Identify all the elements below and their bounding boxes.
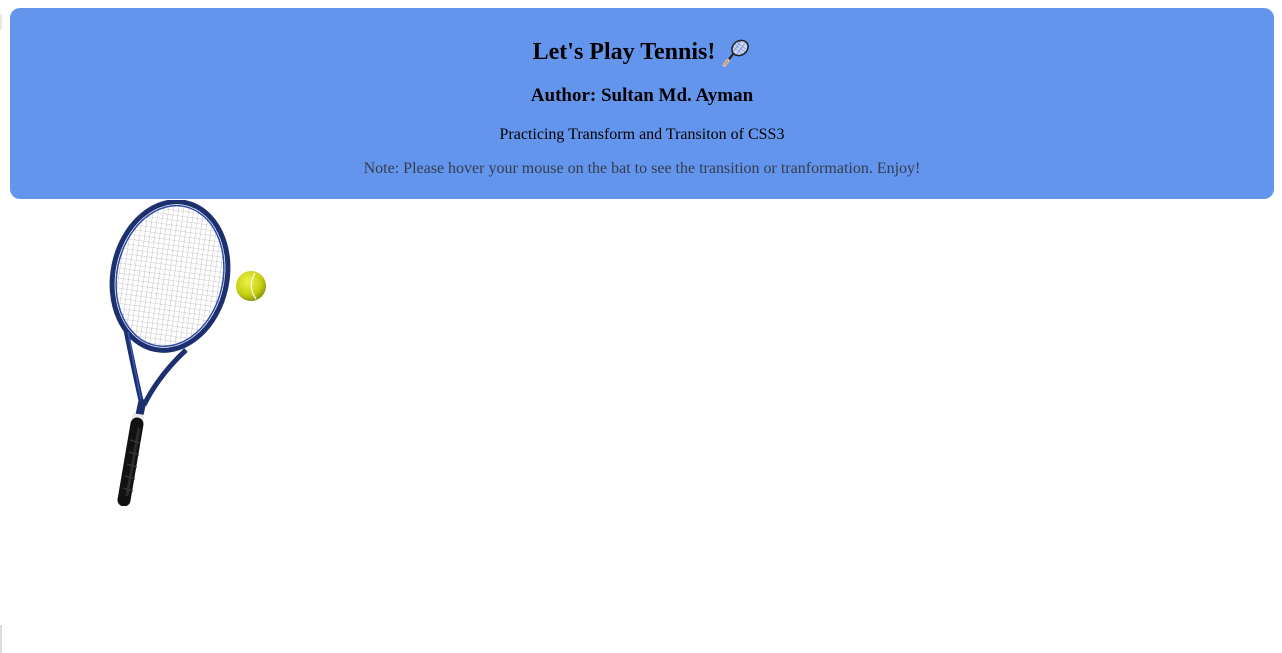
scroll-edge-top: [0, 14, 2, 30]
author-heading: Author: Sultan Md. Ayman: [530, 85, 754, 106]
scroll-edge-bottom: [0, 625, 2, 653]
tennis-racket-icon: [721, 37, 751, 67]
tennis-racket-image[interactable]: [104, 199, 234, 507]
header-banner: Let's Play Tennis! Author: Sultan Md. Ay…: [10, 8, 1274, 199]
title-row: Let's Play Tennis!: [10, 36, 1274, 68]
subtitle-text: Practicing Transform and Transiton of CS…: [499, 126, 785, 143]
page-title: Let's Play Tennis!: [532, 39, 716, 65]
note-text: Note: Please hover your mouse on the bat…: [363, 160, 921, 177]
tennis-ball-image: [235, 270, 267, 302]
page: Let's Play Tennis! Author: Sultan Md. Ay…: [0, 0, 1282, 653]
